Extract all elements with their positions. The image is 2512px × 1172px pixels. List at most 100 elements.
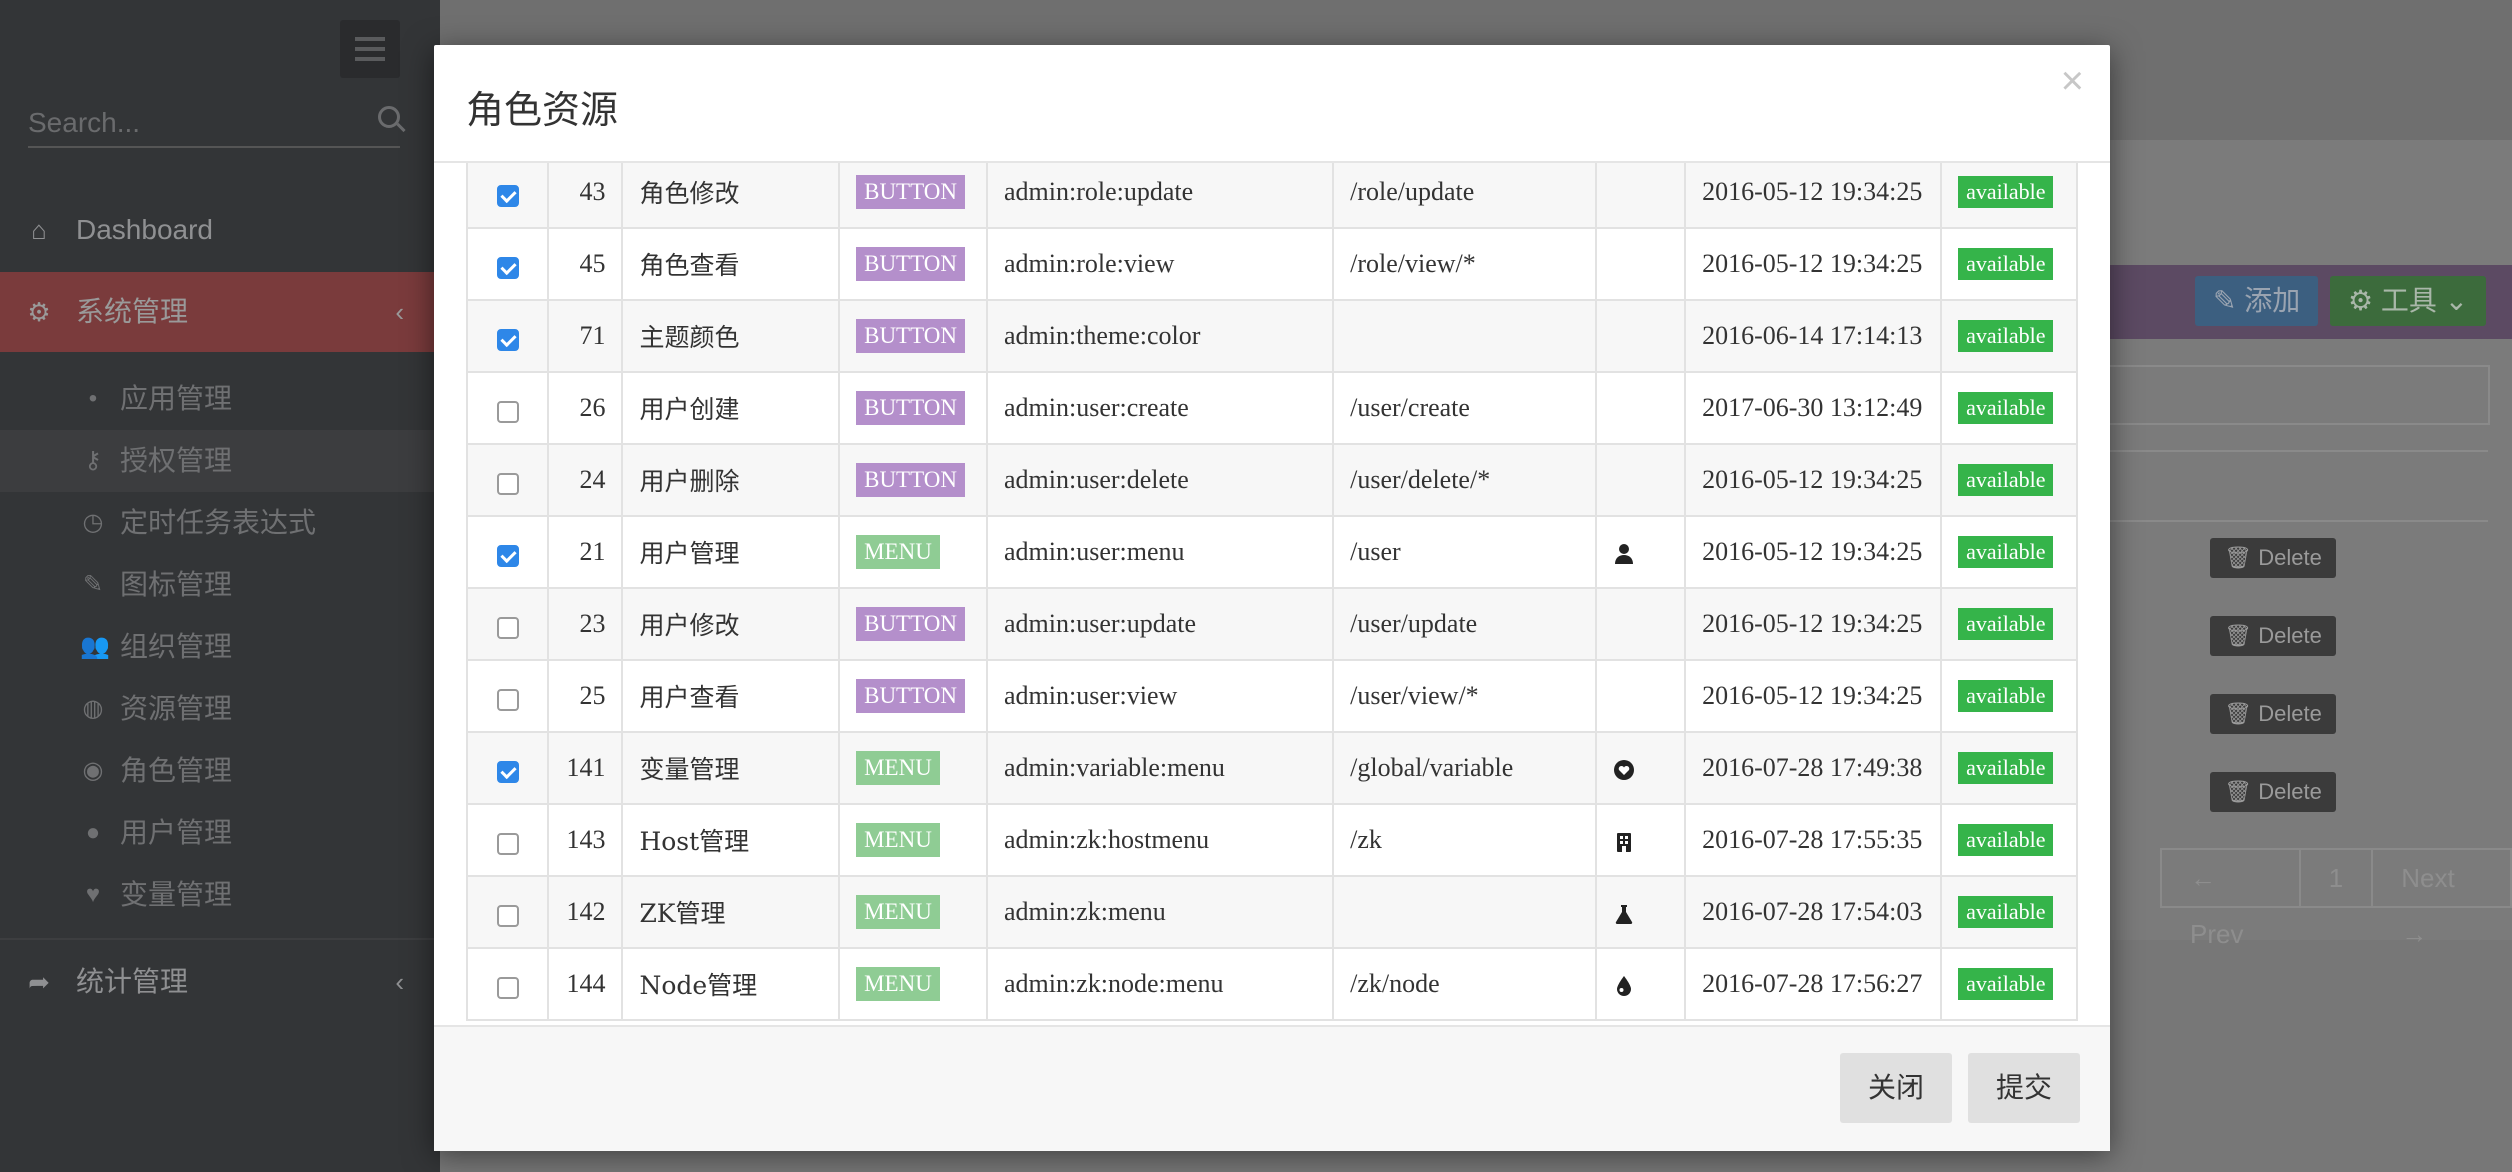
time-cell: 2016-07-28 17:55:35: [1684, 803, 1943, 877]
row-checkbox[interactable]: [496, 761, 519, 784]
permission-cell: admin:user:view: [985, 659, 1335, 733]
status-badge: available: [1958, 968, 2054, 1000]
type-cell: BUTTON: [838, 163, 988, 229]
row-checkbox[interactable]: [496, 905, 519, 928]
id-cell: 144: [547, 947, 624, 1021]
permission-cell: admin:zk:hostmenu: [985, 803, 1335, 877]
id-cell: 23: [547, 587, 624, 661]
permission-cell: admin:theme:color: [985, 299, 1335, 373]
table-row: 141 变量管理 MENU admin:variable:menu/global/va…: [466, 731, 2078, 805]
url-cell: /user: [1332, 515, 1597, 589]
type-badge: BUTTON: [856, 175, 965, 209]
status-cell: available: [1940, 875, 2078, 949]
row-checkbox[interactable]: [496, 329, 519, 352]
row-checkbox[interactable]: [496, 401, 519, 424]
type-badge: MENU: [856, 751, 940, 785]
id-cell: 21: [547, 515, 624, 589]
modal-body[interactable]: 43 角色修改 BUTTON admin:role:update/role/updat…: [466, 163, 2078, 1023]
url-cell: /user/view/*: [1332, 659, 1597, 733]
status-cell: available: [1940, 947, 2078, 1021]
status-cell: available: [1940, 227, 2078, 301]
icon-cell: [1594, 515, 1687, 589]
id-cell: 24: [547, 443, 624, 517]
status-badge: available: [1958, 608, 2054, 640]
flask-icon: [1615, 905, 1633, 925]
name-cell: 用户管理: [621, 515, 841, 589]
time-cell: 2017-06-30 13:12:49: [1684, 371, 1943, 445]
url-cell: /role/update: [1332, 163, 1597, 229]
row-checkbox-cell: [466, 227, 550, 301]
time-cell: 2016-07-28 17:49:38: [1684, 731, 1943, 805]
permission-cell: admin:user:create: [985, 371, 1335, 445]
status-badge: available: [1958, 176, 2054, 208]
name-cell: 用户删除: [621, 443, 841, 517]
status-badge: available: [1958, 896, 2054, 928]
icon-cell: [1594, 731, 1687, 805]
time-cell: 2016-05-12 19:34:25: [1684, 443, 1943, 517]
icon-cell: [1594, 371, 1687, 445]
row-checkbox-cell: [466, 947, 550, 1021]
status-badge: available: [1958, 464, 2054, 496]
user-icon: [1614, 544, 1633, 565]
icon-cell: [1594, 163, 1687, 229]
row-checkbox[interactable]: [496, 833, 519, 856]
type-cell: BUTTON: [838, 299, 988, 373]
icon-cell: [1594, 587, 1687, 661]
role-resource-modal: 角色资源 × 43 角色修改 BUTTON admin:role:update/rol…: [434, 45, 2110, 1151]
status-badge: available: [1958, 392, 2054, 424]
name-cell: ZK管理: [621, 875, 841, 949]
row-checkbox[interactable]: [496, 257, 519, 280]
id-cell: 25: [547, 659, 624, 733]
name-cell: 主题颜色: [621, 299, 841, 373]
icon-cell: [1594, 947, 1687, 1021]
row-checkbox-cell: [466, 299, 550, 373]
permission-cell: admin:user:menu: [985, 515, 1335, 589]
type-badge: BUTTON: [856, 391, 965, 425]
row-checkbox[interactable]: [496, 617, 519, 640]
permission-cell: admin:variable:menu: [985, 731, 1335, 805]
url-cell: /zk/node: [1332, 947, 1597, 1021]
time-cell: 2016-06-14 17:14:13: [1684, 299, 1943, 373]
status-cell: available: [1940, 443, 2078, 517]
type-badge: MENU: [856, 967, 940, 1001]
type-badge: BUTTON: [856, 607, 965, 641]
url-cell: [1332, 875, 1597, 949]
row-checkbox-cell: [466, 731, 550, 805]
type-badge: MENU: [856, 535, 940, 569]
submit-button[interactable]: 提交: [1968, 1053, 2080, 1123]
row-checkbox[interactable]: [496, 977, 519, 1000]
building-icon: [1616, 833, 1631, 853]
row-checkbox[interactable]: [496, 545, 519, 568]
id-cell: 26: [547, 371, 624, 445]
row-checkbox[interactable]: [496, 689, 519, 712]
type-cell: MENU: [838, 803, 988, 877]
table-row: 26 用户创建 BUTTON admin:user:create/user/creat…: [466, 371, 2078, 445]
row-checkbox-cell: [466, 515, 550, 589]
close-button[interactable]: 关闭: [1840, 1053, 1952, 1123]
row-checkbox[interactable]: [496, 185, 519, 208]
row-checkbox-cell: [466, 803, 550, 877]
id-cell: 142: [547, 875, 624, 949]
table-row: 45 角色查看 BUTTON admin:role:view/role/view/* 2…: [466, 227, 2078, 301]
permission-cell: admin:zk:menu: [985, 875, 1335, 949]
url-cell: /user/update: [1332, 587, 1597, 661]
row-checkbox-cell: [466, 163, 550, 229]
close-icon[interactable]: ×: [2061, 59, 2084, 104]
time-cell: 2016-05-12 19:34:25: [1684, 163, 1943, 229]
row-checkbox[interactable]: [496, 473, 519, 496]
icon-cell: [1594, 803, 1687, 877]
icon-cell: [1594, 299, 1687, 373]
id-cell: 43: [547, 163, 624, 229]
name-cell: 用户创建: [621, 371, 841, 445]
name-cell: 用户查看: [621, 659, 841, 733]
time-cell: 2016-05-12 19:34:25: [1684, 587, 1943, 661]
name-cell: 角色修改: [621, 163, 841, 229]
time-cell: 2016-07-28 17:56:27: [1684, 947, 1943, 1021]
table-row: 25 用户查看 BUTTON admin:user:view/user/view/* 2…: [466, 659, 2078, 733]
type-badge: BUTTON: [856, 463, 965, 497]
row-checkbox-cell: [466, 371, 550, 445]
url-cell: /user/delete/*: [1332, 443, 1597, 517]
time-cell: 2016-05-12 19:34:25: [1684, 227, 1943, 301]
modal-header: 角色资源 ×: [434, 45, 2110, 163]
type-cell: BUTTON: [838, 587, 988, 661]
